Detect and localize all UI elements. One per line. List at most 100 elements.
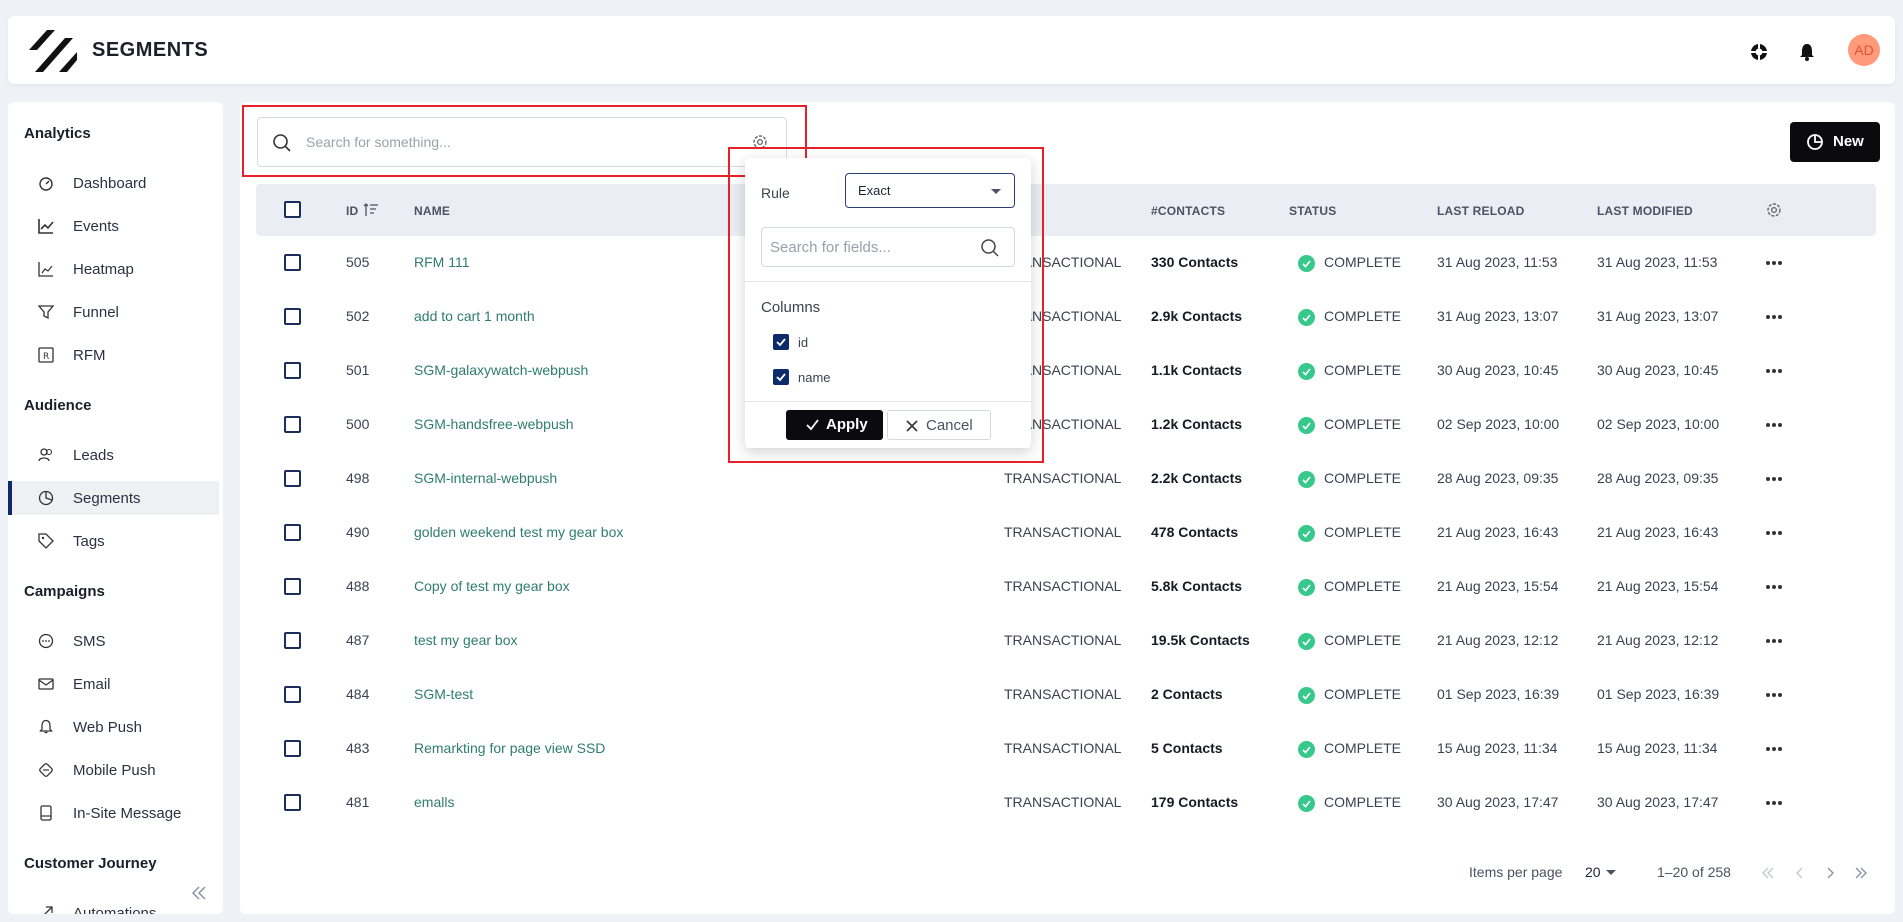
row-checkbox[interactable] <box>284 578 301 595</box>
sidebar-item-mobile-push[interactable]: Mobile Push <box>8 753 219 787</box>
column-header-last-modified[interactable]: LAST MODIFIED <box>1597 204 1693 218</box>
next-page-icon[interactable] <box>1822 865 1838 881</box>
sidebar-item-sms[interactable]: SMS <box>8 624 219 658</box>
row-type: TRANSACTIONAL <box>1004 470 1122 486</box>
sidebar-item-email[interactable]: Email <box>8 667 219 701</box>
sidebar-item-funnel[interactable]: Funnel <box>8 295 219 329</box>
table-row[interactable]: 481 emalls TRANSACTIONAL 179 Contacts COMPLE… <box>256 776 1876 830</box>
column-header-name[interactable]: NAME <box>414 204 450 218</box>
sidebar-collapse-icon[interactable] <box>190 884 208 902</box>
status-check-icon <box>1298 363 1315 380</box>
select-all-checkbox[interactable] <box>284 201 301 218</box>
sidebar-item-rfm[interactable]: R RFM <box>8 338 219 372</box>
row-name-link[interactable]: add to cart 1 month <box>414 308 535 324</box>
table-row[interactable]: 502 add to cart 1 month TRANSACTIONAL 2.9k … <box>256 290 1876 344</box>
row-checkbox[interactable] <box>284 524 301 541</box>
row-checkbox[interactable] <box>284 308 301 325</box>
first-page-icon[interactable] <box>1760 865 1776 881</box>
table-row[interactable]: 505 RFM 111 TRANSACTIONAL 330 Contacts COMPL… <box>256 236 1876 290</box>
table-row[interactable]: 490 golden weekend test my gear box TRANSA… <box>256 506 1876 560</box>
table-settings-gear-icon[interactable] <box>1765 201 1783 219</box>
row-status: COMPLETE <box>1324 416 1402 432</box>
row-name-link[interactable]: emalls <box>414 794 454 810</box>
table-row[interactable]: 484 SGM-test TRANSACTIONAL 2 Contacts COMPLE… <box>256 668 1876 722</box>
table-row[interactable]: 500 SGM-handsfree-webpush TRANSACTIONAL 1.2… <box>256 398 1876 452</box>
row-checkbox[interactable] <box>284 686 301 703</box>
sms-icon <box>38 633 54 649</box>
row-name-link[interactable]: SGM-galaxywatch-webpush <box>414 362 588 378</box>
row-id: 487 <box>346 632 370 648</box>
sidebar-item-dashboard[interactable]: Dashboard <box>8 166 219 200</box>
row-id: 505 <box>346 254 370 270</box>
user-avatar[interactable]: AD <box>1848 34 1880 66</box>
column-header-last-reload[interactable]: LAST RELOAD <box>1437 204 1525 218</box>
table-row[interactable]: 498 SGM-internal-webpush TRANSACTIONAL 2.2k… <box>256 452 1876 506</box>
row-name-link[interactable]: SGM-handsfree-webpush <box>414 416 574 432</box>
row-name-link[interactable]: SGM-internal-webpush <box>414 470 557 486</box>
sidebar-item-heatmap[interactable]: Heatmap <box>8 252 219 286</box>
more-options-icon[interactable] <box>1764 577 1784 597</box>
page-title: SEGMENTS <box>92 39 209 61</box>
more-options-icon[interactable] <box>1764 415 1784 435</box>
row-checkbox[interactable] <box>284 794 301 811</box>
row-last-modified: 01 Sep 2023, 16:39 <box>1597 686 1720 702</box>
more-options-icon[interactable] <box>1764 523 1784 543</box>
new-segment-button[interactable]: New <box>1790 122 1880 162</box>
sidebar-item-in-site-message[interactable]: In-Site Message <box>8 796 219 830</box>
row-checkbox[interactable] <box>284 740 301 757</box>
line-chart-icon <box>38 219 54 234</box>
row-last-reload: 28 Aug 2023, 09:35 <box>1437 470 1559 486</box>
row-name-link[interactable]: Copy of test my gear box <box>414 578 570 594</box>
previous-page-icon[interactable] <box>1792 865 1808 881</box>
row-name-link[interactable]: golden weekend test my gear box <box>414 524 623 540</box>
column-header-status[interactable]: STATUS <box>1289 204 1336 218</box>
sidebar-item-web-push[interactable]: Web Push <box>8 710 219 744</box>
row-type: TRANSACTIONAL <box>1004 524 1122 540</box>
sidebar-item-label: Heatmap <box>73 260 134 278</box>
sort-icon[interactable] <box>363 202 379 218</box>
chevron-down-icon[interactable] <box>1606 869 1616 877</box>
table-row[interactable]: 488 Copy of test my gear box TRANSACTIONAL… <box>256 560 1876 614</box>
row-checkbox[interactable] <box>284 362 301 379</box>
row-name-link[interactable]: test my gear box <box>414 632 518 648</box>
row-type: TRANSACTIONAL <box>1004 794 1122 810</box>
more-options-icon[interactable] <box>1764 685 1784 705</box>
last-page-icon[interactable] <box>1853 865 1869 881</box>
mobile-push-icon <box>39 763 53 777</box>
sidebar-item-segments[interactable]: Segments <box>8 481 219 515</box>
more-options-icon[interactable] <box>1764 739 1784 759</box>
highlight-box-search <box>242 105 807 177</box>
row-last-modified: 28 Aug 2023, 09:35 <box>1597 470 1719 486</box>
table-row[interactable]: 487 test my gear box TRANSACTIONAL 19.5k Co… <box>256 614 1876 668</box>
row-last-modified: 30 Aug 2023, 17:47 <box>1597 794 1719 810</box>
more-options-icon[interactable] <box>1764 469 1784 489</box>
logo-icon[interactable] <box>25 26 81 76</box>
more-options-icon[interactable] <box>1764 631 1784 651</box>
column-header-contacts[interactable]: #CONTACTS <box>1151 204 1225 218</box>
row-name-link[interactable]: SGM-test <box>414 686 473 702</box>
status-check-icon <box>1298 471 1315 488</box>
help-lifebuoy-icon[interactable] <box>1748 41 1770 63</box>
more-options-icon[interactable] <box>1764 793 1784 813</box>
row-checkbox[interactable] <box>284 470 301 487</box>
table-row[interactable]: 483 Remarkting for page view SSD TRANSACTI… <box>256 722 1876 776</box>
table-row[interactable]: 501 SGM-galaxywatch-webpush TRANSACTIONAL 1… <box>256 344 1876 398</box>
sidebar-item-tags[interactable]: Tags <box>8 524 219 558</box>
column-header-id[interactable]: ID <box>346 204 358 218</box>
row-id: 500 <box>346 416 370 432</box>
more-options-icon[interactable] <box>1764 307 1784 327</box>
row-name-link[interactable]: RFM 111 <box>414 254 470 270</box>
sidebar-item-leads[interactable]: Leads <box>8 438 219 472</box>
row-checkbox[interactable] <box>284 632 301 649</box>
row-status: COMPLETE <box>1324 524 1402 540</box>
items-per-page-select[interactable]: 20 <box>1585 864 1601 880</box>
row-checkbox[interactable] <box>284 416 301 433</box>
sidebar-item-events[interactable]: Events <box>8 209 219 243</box>
row-last-modified: 21 Aug 2023, 15:54 <box>1597 578 1719 594</box>
row-name-link[interactable]: Remarkting for page view SSD <box>414 740 605 756</box>
more-options-icon[interactable] <box>1764 361 1784 381</box>
row-checkbox[interactable] <box>284 254 301 271</box>
sidebar-item-automations[interactable]: Automations <box>8 896 219 914</box>
notification-bell-icon[interactable] <box>1796 41 1818 63</box>
more-options-icon[interactable] <box>1764 253 1784 273</box>
